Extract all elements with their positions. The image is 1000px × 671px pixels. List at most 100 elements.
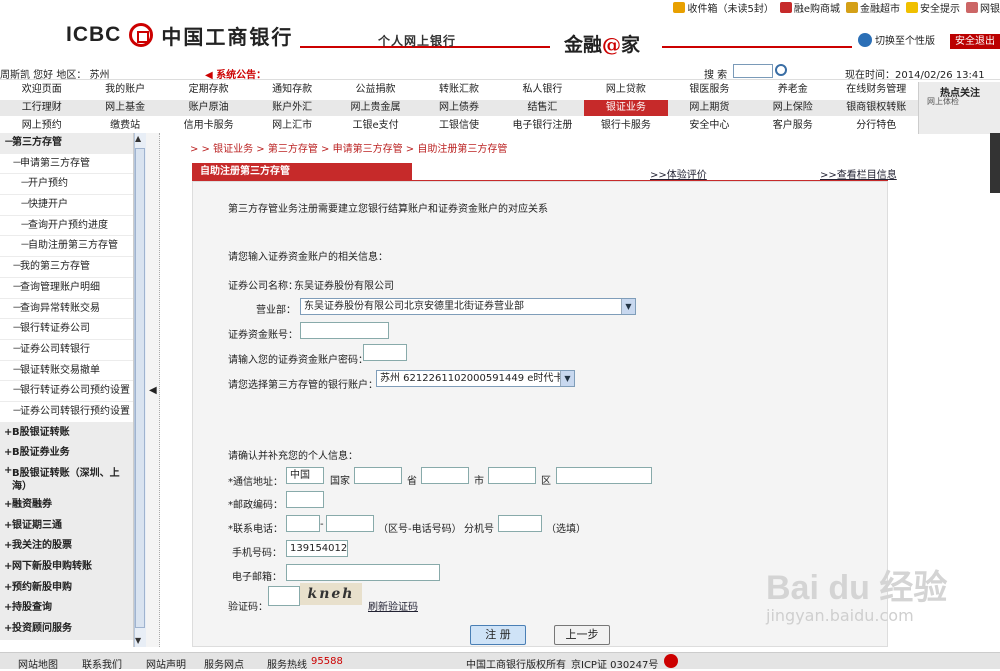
- collapse-sidebar-icon[interactable]: ◀: [149, 385, 157, 396]
- sidebar-item[interactable]: －查询异常转账交易: [0, 299, 133, 320]
- captcha-input[interactable]: [268, 586, 300, 606]
- sidebar-item[interactable]: －银行转证券公司: [0, 319, 133, 340]
- district-input[interactable]: [488, 467, 536, 484]
- inbox-link[interactable]: 收件箱（未读5封）: [673, 0, 774, 15]
- area-code-input[interactable]: [286, 515, 320, 532]
- mall-link[interactable]: 融e购商城: [779, 0, 840, 15]
- bank-account-select[interactable]: 苏州 6212261102000591449 e时代卡 ▼: [376, 370, 575, 387]
- country-input[interactable]: 中国: [286, 467, 324, 484]
- nav-item[interactable]: 网上汇市: [250, 118, 333, 134]
- refresh-captcha-link[interactable]: 刷新验证码: [368, 598, 418, 613]
- sidebar-item[interactable]: －查询管理账户明细: [0, 278, 133, 299]
- sidebar-item[interactable]: －银行转证券公司预约设置: [0, 381, 133, 402]
- nav-item[interactable]: 工银e支付: [334, 118, 417, 134]
- register-button[interactable]: 注 册: [470, 625, 526, 645]
- nav-item[interactable]: 账户外汇: [250, 100, 333, 116]
- nav-item[interactable]: 网上基金: [83, 100, 166, 116]
- supermarket-link[interactable]: 金融超市: [846, 0, 900, 15]
- search-input[interactable]: [733, 64, 773, 78]
- sidebar-item[interactable]: + 投资顾问服务: [0, 619, 133, 640]
- nav-item[interactable]: 定期存款: [167, 82, 250, 98]
- nav-item[interactable]: 通知存款: [250, 82, 333, 98]
- nav-item[interactable]: 在线财务管理: [835, 82, 918, 98]
- sidebar-item[interactable]: + B股证券业务: [0, 443, 133, 464]
- sidebar-item[interactable]: －证券公司转银行: [0, 340, 133, 361]
- nav-item[interactable]: 客户服务: [751, 118, 834, 134]
- mobile-input[interactable]: 13915401237: [286, 540, 348, 557]
- rate-link[interactable]: >>体验评价: [650, 166, 707, 181]
- sidebar-item[interactable]: + B股银证转账（深圳、上海）: [0, 464, 133, 495]
- nav-item[interactable]: 公益捐款: [334, 82, 417, 98]
- nav-item[interactable]: 结售汇: [501, 100, 584, 116]
- securities-password-input[interactable]: [363, 344, 407, 361]
- nav-item[interactable]: 缴费站: [83, 118, 166, 134]
- nav-item[interactable]: 银证业务: [584, 100, 668, 116]
- icbc-logo[interactable]: ICBC 中国工商银行: [66, 22, 293, 49]
- sidebar-item[interactable]: + 融资融券: [0, 495, 133, 516]
- nav-item[interactable]: 分行特色: [835, 118, 918, 134]
- nav-item[interactable]: 网上预约: [0, 118, 83, 134]
- sidebar-item[interactable]: + 预约新股申购: [0, 577, 133, 599]
- postcode-input[interactable]: [286, 491, 324, 508]
- hot-topics-item[interactable]: 网上体检: [927, 96, 959, 107]
- nav-item[interactable]: 私人银行: [501, 82, 584, 98]
- system-announcement[interactable]: ◀ 系统公告：: [205, 66, 266, 81]
- scroll-down-icon[interactable]: ▼: [135, 636, 141, 645]
- country-label: 国家: [330, 476, 350, 487]
- street-address-input[interactable]: [556, 467, 652, 484]
- securities-account-input[interactable]: [300, 322, 389, 339]
- sidebar-item[interactable]: －申请第三方存管: [0, 154, 133, 175]
- nav-item[interactable]: 网上债券: [417, 100, 500, 116]
- nav-item[interactable]: 网上贵金属: [334, 100, 417, 116]
- nav-item[interactable]: 安全中心: [668, 118, 751, 134]
- sidebar-item-label: 查询异常转账交易: [20, 302, 100, 314]
- phone-number-input[interactable]: [326, 515, 374, 532]
- back-button[interactable]: 上一步: [554, 625, 610, 645]
- nav-item[interactable]: 网上保险: [751, 100, 834, 116]
- sidebar-item[interactable]: －快捷开户: [0, 195, 133, 216]
- nav-item[interactable]: 银行卡服务: [584, 118, 667, 134]
- email-input[interactable]: [286, 564, 440, 581]
- nav-item[interactable]: 网上期货: [668, 100, 751, 116]
- window-scrollbar-thumb[interactable]: [990, 133, 1000, 193]
- nav-item[interactable]: 银医服务: [668, 82, 751, 98]
- sidebar-item[interactable]: －第三方存管: [0, 133, 133, 154]
- nav-item[interactable]: 转账汇款: [417, 82, 500, 98]
- security-tip-link[interactable]: 安全提示: [906, 0, 960, 15]
- sidebar-item-label: 银行转证券公司预约设置: [20, 385, 130, 397]
- nav-item[interactable]: 网上贷款: [584, 82, 667, 98]
- sidebar-item[interactable]: －银证转账交易撤单: [0, 361, 133, 382]
- sidebar-item[interactable]: + 银证期三通: [0, 515, 133, 537]
- column-info-link[interactable]: >>查看栏目信息: [820, 166, 897, 181]
- sidebar-item[interactable]: + 持股查询: [0, 598, 133, 620]
- nav-item[interactable]: 银商银权转账: [835, 100, 918, 116]
- sidebar-scroll-thumb[interactable]: [135, 148, 145, 628]
- sidebar-item[interactable]: + B股银证转账: [0, 422, 133, 444]
- city-input[interactable]: [421, 467, 469, 484]
- netbank-link[interactable]: 网银: [966, 0, 1000, 15]
- sidebar-item[interactable]: －开户预约: [0, 174, 133, 196]
- nav-item[interactable]: 工行理财: [0, 100, 83, 116]
- nav-item[interactable]: 工银信使: [417, 118, 500, 134]
- sidebar-item[interactable]: + 我关注的股票: [0, 536, 133, 558]
- hot-topics[interactable]: 热点关注 网上体检: [918, 82, 1000, 134]
- sidebar-item[interactable]: －查询开户预约进度: [0, 216, 133, 237]
- sidebar-item[interactable]: －自助注册第三方存管: [0, 236, 133, 258]
- breadcrumb[interactable]: > > 银证业务 > 第三方存管 > 申请第三方存管 > 自助注册第三方存管: [190, 140, 507, 155]
- logout-button[interactable]: 安全退出: [950, 34, 1000, 49]
- scroll-up-icon[interactable]: ▲: [135, 134, 141, 143]
- nav-item[interactable]: 账户原油: [167, 100, 250, 116]
- nav-item[interactable]: 信用卡服务: [167, 118, 250, 134]
- nav-item[interactable]: 电子银行注册: [501, 118, 584, 134]
- nav-item[interactable]: 我的账户: [83, 82, 166, 98]
- sidebar-item[interactable]: －我的第三方存管: [0, 257, 133, 278]
- personalize-button[interactable]: 切换至个性版: [858, 32, 935, 47]
- search-icon[interactable]: [775, 64, 787, 76]
- province-input[interactable]: [354, 467, 402, 484]
- nav-item[interactable]: 养老金: [751, 82, 834, 98]
- sidebar-item[interactable]: + 网下新股申购转账: [0, 557, 133, 578]
- nav-item[interactable]: 欢迎页面: [0, 82, 83, 98]
- branch-select[interactable]: 东吴证券股份有限公司北京安德里北街证券营业部 ▼: [300, 298, 636, 315]
- sidebar-item[interactable]: －证券公司转银行预约设置: [0, 402, 133, 423]
- extension-input[interactable]: [498, 515, 542, 532]
